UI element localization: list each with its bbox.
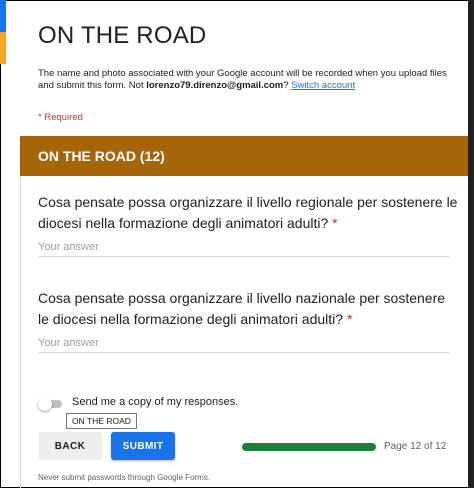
send-copy-toggle[interactable]: [38, 397, 62, 411]
question-1-answer-input[interactable]: Your answer: [38, 237, 450, 257]
required-star: *: [332, 215, 338, 231]
question-1-title: Cosa pensate possa organizzare il livell…: [38, 192, 458, 234]
notice-punct: ?: [283, 80, 292, 91]
section-header: ON THE ROAD (12): [20, 136, 468, 176]
required-note: * Required: [38, 112, 83, 123]
footer-note: Never submit passwords through Google Fo…: [38, 473, 211, 482]
toggle-thumb: [38, 397, 52, 411]
submit-button[interactable]: SUBMIT: [111, 432, 175, 460]
back-button[interactable]: BACK: [38, 432, 102, 460]
question-1-text: Cosa pensate possa organizzare il livell…: [38, 194, 458, 231]
section-border: [20, 176, 21, 488]
question-2-title: Cosa pensate possa organizzare il livell…: [38, 288, 458, 330]
question-2-text: Cosa pensate possa organizzare il livell…: [38, 290, 446, 327]
send-copy-label[interactable]: Send me a copy of my responses.: [72, 396, 238, 408]
required-star: *: [346, 311, 353, 327]
form-title: ON THE ROAD: [38, 22, 207, 49]
account-email: lorenzo79.direnzo@gmail.com: [146, 80, 284, 91]
page-indicator: Page 12 of 12: [384, 441, 447, 452]
window-edge: [468, 0, 474, 488]
progress-bar: [242, 443, 376, 451]
account-notice: The name and photo associated with your …: [38, 68, 458, 92]
question-2-answer-input[interactable]: Your answer: [38, 333, 450, 353]
left-accent-bar: [0, 0, 6, 64]
switch-account-link[interactable]: Switch account: [291, 80, 355, 91]
tooltip: ON THE ROAD: [66, 413, 137, 429]
